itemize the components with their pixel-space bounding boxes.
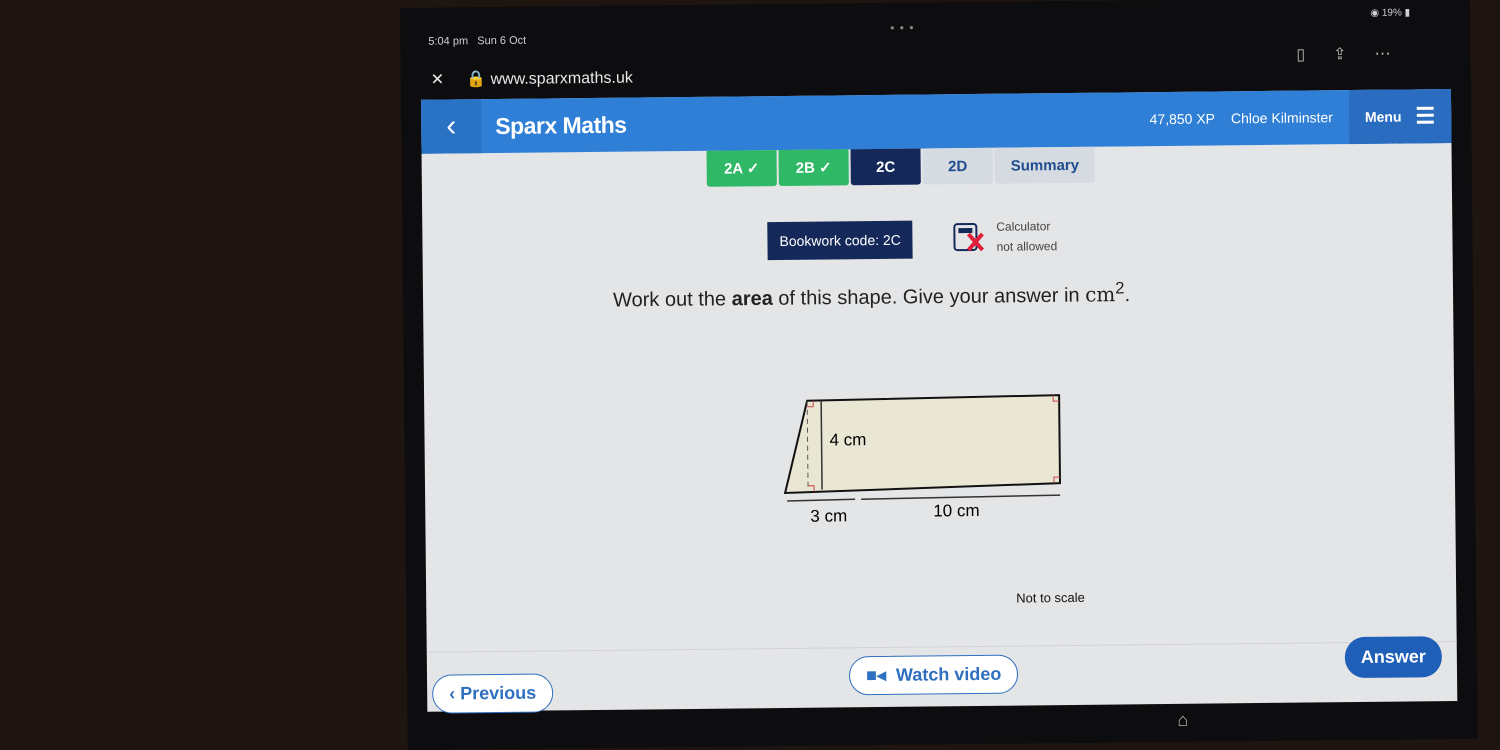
multitask-dots[interactable]: • • •	[890, 21, 914, 35]
sparx-app: ‹ Sparx Maths 47,850 XP Chloe Kilminster…	[420, 88, 1458, 714]
tab-2a[interactable]: 2A ✓	[706, 150, 777, 187]
status-time: 5:04 pm Sun 6 Oct	[428, 34, 527, 48]
calculator-status: Calculator not allowed	[952, 219, 1057, 254]
url-text[interactable]: 🔒 www.sparxmaths.uk	[466, 68, 633, 90]
more-icon[interactable]: ⋯	[1374, 44, 1390, 64]
previous-button[interactable]: ‹ Previous	[431, 673, 554, 714]
user-name[interactable]: Chloe Kilminster	[1231, 109, 1333, 126]
trapezium-diagram: 4 cm 3 cm 10 cm	[783, 394, 1062, 526]
url-bar[interactable]: ✕ 🔒 www.sparxmaths.uk	[431, 68, 633, 90]
question-text: Work out the area of this shape. Give yo…	[612, 278, 1131, 312]
footer: Answer ■◂ Watch video ‹ Previous	[426, 636, 1458, 714]
tab-summary[interactable]: Summary	[994, 146, 1096, 184]
brand-title: Sparx Maths	[495, 111, 627, 139]
calculator-not-allowed-icon	[953, 223, 985, 252]
tab-2c[interactable]: 2C	[850, 148, 921, 186]
close-icon[interactable]: ✕	[431, 70, 445, 90]
battery-status: ◉ 19% ▮	[1370, 7, 1411, 19]
header: ‹ Sparx Maths 47,850 XP Chloe Kilminster…	[420, 88, 1452, 154]
left-base-label: 3 cm	[810, 506, 847, 525]
answer-button[interactable]: Answer	[1344, 636, 1443, 679]
tab-2d[interactable]: 2D	[922, 147, 993, 185]
home-icon[interactable]: ⌂	[1177, 710, 1188, 731]
bookmark-icon[interactable]: ▯	[1296, 45, 1305, 65]
tablet-screen: 5:04 pm Sun 6 Oct • • • ◉ 19% ▮ ✕ 🔒 www.…	[400, 0, 1478, 750]
shape	[783, 394, 1062, 495]
video-camera-icon: ■◂	[865, 664, 887, 686]
tab-2b[interactable]: 2B ✓	[778, 149, 849, 187]
share-icon[interactable]: ⇪	[1333, 44, 1347, 64]
right-base-label: 10 cm	[933, 501, 979, 520]
bookwork-code: Bookwork code: 2C	[767, 220, 914, 261]
hamburger-icon: ☰	[1415, 103, 1436, 129]
task-tabs: 2A ✓ 2B ✓ 2C 2D Summary	[706, 146, 1096, 187]
not-to-scale-note: Not to scale	[1016, 589, 1085, 606]
watch-video-button[interactable]: ■◂ Watch video	[848, 654, 1019, 696]
menu-button[interactable]: Menu ☰	[1348, 88, 1452, 145]
xp-count: 47,850 XP	[1149, 110, 1216, 128]
back-chevron-icon[interactable]: ‹	[420, 99, 482, 154]
height-label: 4 cm	[829, 430, 866, 449]
